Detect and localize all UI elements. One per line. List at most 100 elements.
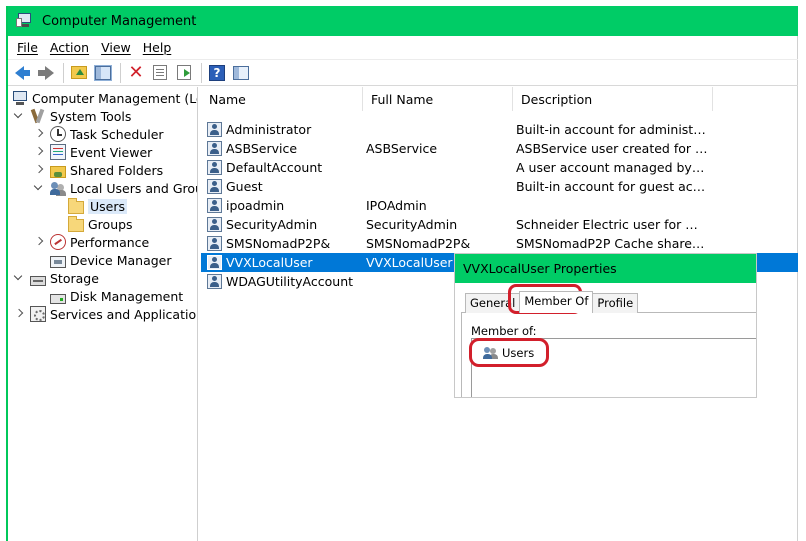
user-name: DefaultAccount bbox=[226, 160, 323, 175]
table-row[interactable]: Guest Built-in account for guest access … bbox=[201, 177, 798, 196]
toolbar-separator bbox=[120, 62, 121, 83]
back-arrow-icon[interactable] bbox=[11, 62, 33, 84]
user-icon bbox=[207, 141, 222, 156]
tab-profile[interactable]: Profile bbox=[592, 293, 639, 313]
show-hide-tree-icon[interactable] bbox=[92, 62, 114, 84]
user-name: VVXLocalUser bbox=[226, 255, 313, 270]
tree-item-shared-folders[interactable]: Shared Folders bbox=[34, 161, 163, 179]
tree-item-device-manager[interactable]: Device Manager bbox=[34, 251, 172, 269]
tree-label: Task Scheduler bbox=[70, 126, 164, 142]
services-icon bbox=[30, 306, 46, 322]
toolbar-separator bbox=[201, 62, 202, 83]
clock-icon bbox=[50, 126, 66, 142]
delete-icon[interactable]: ✕ bbox=[125, 62, 147, 84]
show-hide-action-pane-icon[interactable] bbox=[230, 62, 252, 84]
column-header-description[interactable]: Description bbox=[513, 87, 713, 111]
member-of-label: Member of: bbox=[471, 324, 537, 338]
user-icon bbox=[207, 179, 222, 194]
tools-icon bbox=[30, 108, 46, 124]
user-description: ASBService user created for back... bbox=[516, 141, 708, 156]
group-icon bbox=[483, 346, 499, 360]
tree-item-task-scheduler[interactable]: Task Scheduler bbox=[34, 125, 164, 143]
console-tree: Computer Management (Local System Tools … bbox=[8, 87, 198, 541]
forward-arrow-icon[interactable] bbox=[35, 62, 57, 84]
user-description: Built-in account for guest access t... bbox=[516, 179, 708, 194]
toolbar: ✕ ? bbox=[8, 59, 798, 86]
table-row[interactable]: ipoadmin IPOAdmin bbox=[201, 196, 798, 215]
event-log-icon bbox=[50, 144, 66, 160]
tab-member-of[interactable]: Member Of bbox=[519, 291, 594, 313]
chevron-right-icon[interactable] bbox=[34, 129, 44, 139]
column-header-full-name[interactable]: Full Name bbox=[363, 87, 513, 111]
export-list-icon[interactable] bbox=[173, 62, 195, 84]
dialog-tabs: General Member Of Profile bbox=[465, 291, 639, 313]
tab-general[interactable]: General bbox=[465, 293, 521, 313]
menu-action[interactable]: Action bbox=[50, 40, 89, 55]
tree-item-storage[interactable]: Storage bbox=[14, 269, 99, 287]
user-full-name: SMSNomadP2P& bbox=[366, 236, 471, 251]
tree-label: Groups bbox=[88, 216, 133, 232]
table-row[interactable]: SMSNomadP2P& SMSNomadP2P& SMSNomadP2P Ca… bbox=[201, 234, 798, 253]
tree-item-services-applications[interactable]: Services and Applications bbox=[14, 305, 198, 323]
user-description: A user account managed by the s... bbox=[516, 160, 708, 175]
chevron-right-icon[interactable] bbox=[34, 165, 44, 175]
table-row[interactable]: SecurityAdmin SecurityAdmin Schneider El… bbox=[201, 215, 798, 234]
member-group-name: Users bbox=[502, 346, 535, 360]
tree-label: Storage bbox=[50, 270, 99, 286]
user-icon bbox=[207, 122, 222, 137]
user-icon bbox=[207, 160, 222, 175]
list-header: Name Full Name Description bbox=[201, 87, 798, 111]
chevron-down-icon[interactable] bbox=[14, 273, 24, 283]
chevron-down-icon[interactable] bbox=[14, 111, 24, 121]
user-full-name: ASBService bbox=[366, 141, 438, 156]
menu-file[interactable]: File bbox=[17, 40, 38, 55]
tree-label: Disk Management bbox=[70, 288, 184, 304]
users-group-icon bbox=[50, 180, 66, 196]
user-icon bbox=[207, 236, 222, 251]
dialog-title: VVXLocalUser Properties bbox=[463, 261, 617, 276]
tree-item-users[interactable]: Users bbox=[68, 197, 128, 215]
tree-item-performance[interactable]: Performance bbox=[34, 233, 149, 251]
table-row[interactable]: ASBService ASBService ASBService user cr… bbox=[201, 139, 798, 158]
tree-label: Local Users and Groups bbox=[70, 180, 197, 196]
table-row[interactable]: DefaultAccount A user account managed by… bbox=[201, 158, 798, 177]
list-item[interactable]: Users bbox=[483, 346, 534, 360]
chevron-right-icon[interactable] bbox=[34, 237, 44, 247]
user-description: Schneider Electric user for M580 bbox=[516, 217, 708, 232]
menu-help[interactable]: Help bbox=[143, 40, 172, 55]
tree-label: Services and Applications bbox=[50, 306, 198, 322]
tree-item-local-users-groups[interactable]: Local Users and Groups bbox=[34, 179, 197, 197]
tree-item-disk-management[interactable]: Disk Management bbox=[34, 287, 183, 305]
menu-view[interactable]: View bbox=[101, 40, 131, 55]
chevron-down-icon[interactable] bbox=[34, 183, 44, 193]
tree-item-groups[interactable]: Groups bbox=[68, 215, 133, 233]
up-folder-icon[interactable] bbox=[68, 62, 90, 84]
user-icon bbox=[207, 198, 222, 213]
tree-item-event-viewer[interactable]: Event Viewer bbox=[34, 143, 152, 161]
toolbar-separator bbox=[63, 62, 64, 83]
user-properties-dialog: VVXLocalUser Properties General Member O… bbox=[454, 253, 757, 398]
title-bar[interactable]: Computer Management bbox=[8, 6, 798, 36]
user-name: Administrator bbox=[226, 122, 312, 137]
chevron-right-icon[interactable] bbox=[34, 147, 44, 157]
disk-icon bbox=[50, 294, 66, 304]
folder-icon bbox=[68, 197, 84, 214]
window-title: Computer Management bbox=[42, 13, 197, 29]
tree-item-system-tools[interactable]: System Tools bbox=[14, 107, 131, 125]
column-header-name[interactable]: Name bbox=[201, 87, 363, 111]
user-name: SecurityAdmin bbox=[226, 217, 318, 232]
user-description: SMSNomadP2P Cache share acco... bbox=[516, 236, 708, 251]
user-full-name: SecurityAdmin bbox=[366, 217, 458, 232]
tree-item-computer-management[interactable]: Computer Management (Local bbox=[12, 89, 197, 107]
chevron-right-icon[interactable] bbox=[14, 309, 24, 319]
user-full-name: IPOAdmin bbox=[366, 198, 427, 213]
user-name: ipoadmin bbox=[226, 198, 285, 213]
dialog-title-bar[interactable]: VVXLocalUser Properties bbox=[455, 254, 756, 283]
properties-icon[interactable] bbox=[149, 62, 171, 84]
user-name: SMSNomadP2P& bbox=[226, 236, 331, 251]
help-icon[interactable]: ? bbox=[206, 62, 228, 84]
table-row[interactable]: Administrator Built-in account for admin… bbox=[201, 120, 798, 139]
tree-label: Computer Management (Local bbox=[32, 90, 197, 106]
menu-bar: File Action View Help bbox=[8, 36, 798, 58]
user-icon bbox=[207, 255, 222, 270]
